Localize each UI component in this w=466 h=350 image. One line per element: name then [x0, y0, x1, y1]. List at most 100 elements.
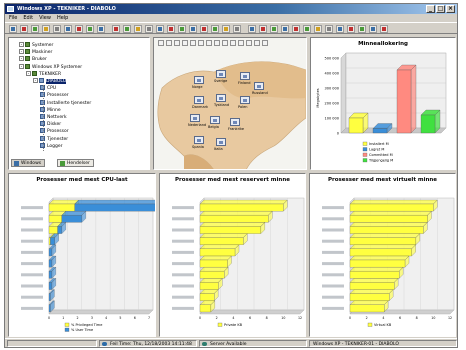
tab-hendelser[interactable]: Hendelser — [57, 159, 94, 167]
toolbar-glyph-icon — [33, 27, 37, 31]
toolbar-button-icon[interactable] — [369, 25, 377, 33]
toolbar-button-icon[interactable] — [86, 25, 94, 33]
toolbar-button-icon[interactable] — [259, 25, 267, 33]
tree-item-label: Installerte tjenester — [47, 100, 92, 106]
expand-toggle-icon[interactable]: - — [19, 49, 24, 55]
title-bar[interactable]: Windows XP - TEKNIKER - DIABOLO _ □ × — [5, 4, 457, 14]
map-tool-icon[interactable] — [206, 40, 212, 46]
tree-item[interactable]: - TEKNIKER — [26, 70, 61, 78]
toolbar-button-icon[interactable] — [281, 25, 289, 33]
toolbar-button-icon[interactable] — [325, 25, 333, 33]
map-system-node-icon[interactable] — [190, 114, 200, 122]
minimize-button[interactable]: _ — [426, 5, 435, 13]
toolbar-button-icon[interactable] — [64, 25, 72, 33]
map-tool-icon[interactable] — [214, 40, 220, 46]
close-button[interactable]: × — [446, 5, 455, 13]
map-system-node-icon[interactable] — [254, 82, 264, 90]
map-system-node-icon[interactable] — [194, 136, 204, 144]
menu-file[interactable]: File — [9, 14, 17, 22]
toolbar-button-icon[interactable] — [248, 25, 256, 33]
process-bar — [199, 203, 284, 212]
map-tool-icon[interactable] — [166, 40, 172, 46]
map-tool-icon[interactable] — [198, 40, 204, 46]
map-system-node-icon[interactable] — [230, 118, 240, 126]
toolbar-button-icon[interactable] — [31, 25, 39, 33]
tree-item-label: Systemer — [32, 43, 54, 48]
x-tick-label: 4 — [232, 316, 234, 320]
tree-item[interactable]: Prosesser — [40, 92, 69, 99]
toolbar-button-icon[interactable] — [380, 25, 388, 33]
map-tool-icon[interactable] — [158, 40, 164, 46]
toolbar-button-icon[interactable] — [134, 25, 142, 33]
map-canvas[interactable] — [154, 48, 307, 170]
menu-view[interactable]: View — [39, 14, 51, 22]
legend-label: Lagret M — [369, 148, 384, 152]
map-tool-icon[interactable] — [174, 40, 180, 46]
map-system-node-icon[interactable] — [240, 96, 250, 104]
toolbar-button-icon[interactable] — [200, 25, 208, 33]
toolbar-button-icon[interactable] — [233, 25, 241, 33]
tree-item[interactable]: - Bruker — [19, 56, 47, 63]
toolbar-button-icon[interactable] — [75, 25, 83, 33]
map-tool-icon[interactable] — [190, 40, 196, 46]
toolbar-button-icon[interactable] — [178, 25, 186, 33]
toolbar-button-icon[interactable] — [156, 25, 164, 33]
map-tool-icon[interactable] — [246, 40, 252, 46]
category-label-blur — [21, 262, 43, 266]
map-tool-icon[interactable] — [262, 40, 268, 46]
tree-item[interactable]: - DIABOLO — [33, 78, 67, 85]
toolbar-button-icon[interactable] — [123, 25, 131, 33]
toolbar-button-icon[interactable] — [42, 25, 50, 33]
expand-toggle-icon[interactable]: - — [26, 70, 31, 76]
map-system-node-icon[interactable] — [216, 138, 226, 146]
tree-item[interactable]: - Systemer — [19, 42, 53, 49]
expand-toggle-icon[interactable]: - — [19, 63, 24, 69]
map-tool-icon[interactable] — [254, 40, 260, 46]
toolbar-button-icon[interactable] — [270, 25, 278, 33]
menu-edit[interactable]: Edit — [23, 14, 33, 22]
toolbar-button-icon[interactable] — [189, 25, 197, 33]
toolbar-button-icon[interactable] — [9, 25, 17, 33]
toolbar-button-icon[interactable] — [303, 25, 311, 33]
expand-toggle-icon[interactable]: - — [33, 78, 38, 83]
toolbar-button-icon[interactable] — [20, 25, 28, 33]
toolbar-button-icon[interactable] — [222, 25, 230, 33]
tree-item[interactable]: Tjenester — [40, 135, 68, 143]
tree-item[interactable]: Prosessor — [40, 128, 69, 135]
map-tool-icon[interactable] — [230, 40, 236, 46]
menu-help[interactable]: Help — [57, 14, 68, 22]
toolbar-button-icon[interactable] — [167, 25, 175, 33]
toolbar-button-icon[interactable] — [53, 25, 61, 33]
toolbar-glyph-icon — [114, 27, 118, 31]
toolbar-button-icon[interactable] — [145, 25, 153, 33]
maximize-button[interactable]: □ — [436, 5, 445, 13]
bar-top — [199, 199, 288, 205]
toolbar-button-icon[interactable] — [112, 25, 120, 33]
map-system-node-icon[interactable] — [216, 70, 226, 78]
expand-toggle-icon[interactable]: - — [19, 42, 24, 47]
map-tool-icon[interactable] — [222, 40, 228, 46]
map-system-node-icon[interactable] — [194, 76, 204, 84]
clock-icon — [102, 342, 107, 346]
tab-windows[interactable]: Windows — [11, 159, 46, 167]
tree-item[interactable]: - Maskiner — [19, 49, 52, 56]
toolbar-glyph-icon — [66, 27, 70, 31]
toolbar-button-icon[interactable] — [358, 25, 366, 33]
map-system-node-icon[interactable] — [240, 72, 250, 80]
toolbar-button-icon[interactable] — [347, 25, 355, 33]
map-system-node-icon[interactable] — [210, 116, 220, 124]
map-system-node-icon[interactable] — [216, 94, 226, 102]
toolbar-button-icon[interactable] — [292, 25, 300, 33]
toolbar-button-icon[interactable] — [97, 25, 105, 33]
toolbar-button-icon[interactable] — [211, 25, 219, 33]
expand-toggle-icon[interactable]: - — [19, 56, 24, 62]
map-system-node-icon[interactable] — [194, 96, 204, 104]
toolbar-button-icon[interactable] — [336, 25, 344, 33]
process-bar — [349, 215, 428, 223]
tree-item[interactable]: Installerte tjenester — [40, 99, 92, 107]
tree-item[interactable]: - Windows XP Systemer — [19, 63, 82, 71]
toolbar-button-icon[interactable] — [314, 25, 322, 33]
tree-item-label: Prosessor — [47, 129, 69, 135]
map-tool-icon[interactable] — [238, 40, 244, 46]
map-tool-icon[interactable] — [182, 40, 188, 46]
